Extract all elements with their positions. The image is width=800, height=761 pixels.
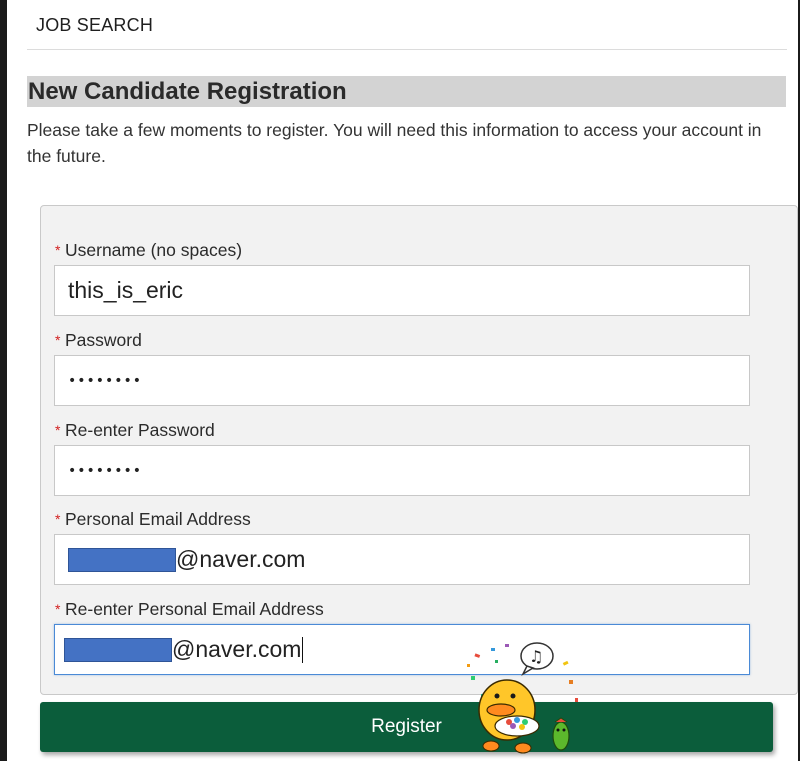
username-input[interactable]: this_is_eric — [54, 265, 750, 316]
required-asterisk: * — [55, 242, 61, 258]
confirm-password-label: * Re-enter Password — [55, 420, 215, 440]
top-nav: JOB SEARCH — [27, 0, 787, 50]
required-asterisk: * — [55, 511, 61, 527]
username-value: this_is_eric — [68, 277, 184, 303]
text-caret — [302, 636, 304, 663]
intro-text: Please take a few moments to register. Y… — [27, 120, 762, 166]
password-value: •••••••• — [68, 372, 143, 389]
registration-form: * Username (no spaces) this_is_eric * Pass… — [40, 205, 798, 695]
page-title: New Candidate Registration — [28, 78, 347, 105]
redaction-box — [68, 547, 176, 572]
email-label: * Personal Email Address — [55, 509, 251, 529]
email-value: @naver.com — [176, 546, 306, 572]
required-asterisk: * — [55, 601, 61, 617]
heading-bar: New Candidate Registration — [27, 76, 786, 107]
browser-frame: JOB SEARCH New Candidate Registration Pl… — [0, 0, 800, 761]
register-button[interactable]: Register — [40, 702, 773, 752]
duck-sticker-icon: ♫ — [467, 642, 578, 754]
password-label: * Password — [55, 330, 142, 350]
svg-text:♫: ♫ — [529, 647, 543, 666]
confirm-email-input[interactable]: @naver.com — [54, 624, 750, 675]
email-input[interactable]: @naver.com — [54, 534, 750, 585]
confirm-password-input[interactable]: •••••••• — [54, 445, 750, 496]
username-label: * Username (no spaces) — [55, 240, 243, 260]
confirm-email-value: @naver.com — [172, 636, 302, 662]
redaction-box — [64, 637, 172, 662]
required-asterisk: * — [55, 332, 61, 348]
job-search-link[interactable]: JOB SEARCH — [36, 15, 153, 36]
password-input[interactable]: •••••••• — [54, 355, 750, 406]
confirm-email-label: * Re-enter Personal Email Address — [55, 599, 324, 619]
required-asterisk: * — [55, 422, 61, 438]
confirm-password-value: •••••••• — [68, 462, 143, 479]
